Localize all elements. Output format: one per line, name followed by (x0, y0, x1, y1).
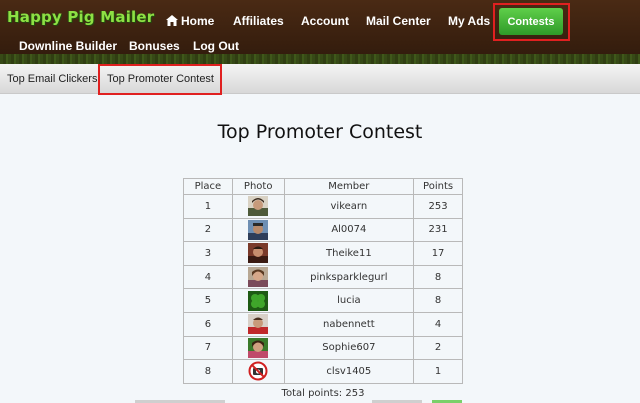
nav-home-label: Home (181, 14, 215, 28)
total-points: Total points: 253 (281, 388, 365, 399)
photo-cell (231, 217, 285, 243)
table-row: 5 lucia 8 (183, 288, 463, 313)
nav-home-link[interactable]: Home (166, 14, 214, 28)
points-cell: 231 (413, 217, 463, 243)
points-cell: 2 (413, 335, 463, 361)
member-cell[interactable]: nabennett (283, 311, 415, 337)
nav-log-out-link[interactable]: Log Out (193, 39, 239, 53)
subnav-highlight-box (98, 64, 222, 95)
avatar[interactable] (248, 314, 269, 335)
nav-my-ads-link[interactable]: My Ads (448, 14, 490, 28)
member-cell[interactable]: Al0074 (283, 217, 415, 243)
nav-bonuses-link[interactable]: Bonuses (129, 39, 180, 53)
member-cell[interactable]: Sophie607 (283, 335, 415, 361)
no-photo-icon[interactable] (248, 361, 268, 381)
grass-decoration (0, 54, 640, 64)
table-row: 3 Theike11 17 (183, 241, 463, 266)
member-cell[interactable]: Theike11 (283, 241, 415, 266)
points-cell: 253 (413, 194, 463, 219)
photo-cell (231, 194, 285, 219)
header-points: Points (413, 178, 463, 195)
member-cell[interactable]: lucia (283, 288, 415, 313)
avatar[interactable] (248, 337, 269, 358)
photo-cell (231, 335, 285, 361)
place-cell: 3 (183, 241, 233, 266)
member-cell[interactable]: clsv1405 (283, 359, 415, 384)
points-cell: 4 (413, 311, 463, 337)
place-cell: 2 (183, 217, 233, 243)
nav-contests-button[interactable]: Contests (499, 8, 563, 35)
nav-downline-builder-link[interactable]: Downline Builder (19, 39, 117, 53)
table-row: 7 Sophie607 2 (183, 335, 463, 361)
home-icon (166, 15, 178, 26)
site-logo[interactable]: Happy Pig Mailer (7, 8, 154, 26)
photo-cell (231, 288, 285, 313)
avatar[interactable] (248, 219, 269, 240)
header-photo: Photo (231, 178, 285, 195)
points-cell: 8 (413, 288, 463, 313)
place-cell: 7 (183, 335, 233, 361)
avatar[interactable] (248, 196, 269, 217)
photo-cell (231, 264, 285, 290)
header-place: Place (183, 178, 233, 195)
points-cell: 17 (413, 241, 463, 266)
table-header-row: Place Photo Member Points (183, 178, 463, 195)
nav-account-link[interactable]: Account (301, 14, 349, 28)
place-cell: 1 (183, 194, 233, 219)
photo-cell (231, 311, 285, 337)
place-cell: 8 (183, 359, 233, 384)
leaderboard-table: Place Photo Member Points 1 vikearn 2 5 3 … (183, 178, 463, 384)
subnav-top-email-clickers[interactable]: Top Email Clickers (7, 73, 97, 85)
photo-cell (231, 241, 285, 266)
photo-cell (231, 359, 285, 384)
clover-avatar[interactable] (248, 290, 269, 311)
member-cell[interactable]: pinksparklegurl (283, 264, 415, 290)
page-title: Top Promoter Contest (217, 121, 423, 143)
header-member: Member (283, 178, 415, 195)
avatar[interactable] (248, 243, 269, 264)
place-cell: 6 (183, 311, 233, 337)
member-cell[interactable]: vikearn (283, 194, 415, 219)
place-cell: 5 (183, 288, 233, 313)
table-row: 8 clsv1405 1 (183, 359, 463, 384)
avatar[interactable] (248, 267, 269, 288)
nav-affiliates-link[interactable]: Affiliates (233, 14, 284, 28)
table-row: 2 Al0074 231 (183, 217, 463, 243)
table-row: 1 vikearn 253 (183, 194, 463, 219)
points-cell: 1 (413, 359, 463, 384)
nav-mail-center-link[interactable]: Mail Center (366, 14, 431, 28)
table-row: 6 nabennett 4 (183, 311, 463, 337)
points-cell: 8 (413, 264, 463, 290)
place-cell: 4 (183, 264, 233, 290)
table-row: 4 pinksparklegurl 8 (183, 264, 463, 290)
